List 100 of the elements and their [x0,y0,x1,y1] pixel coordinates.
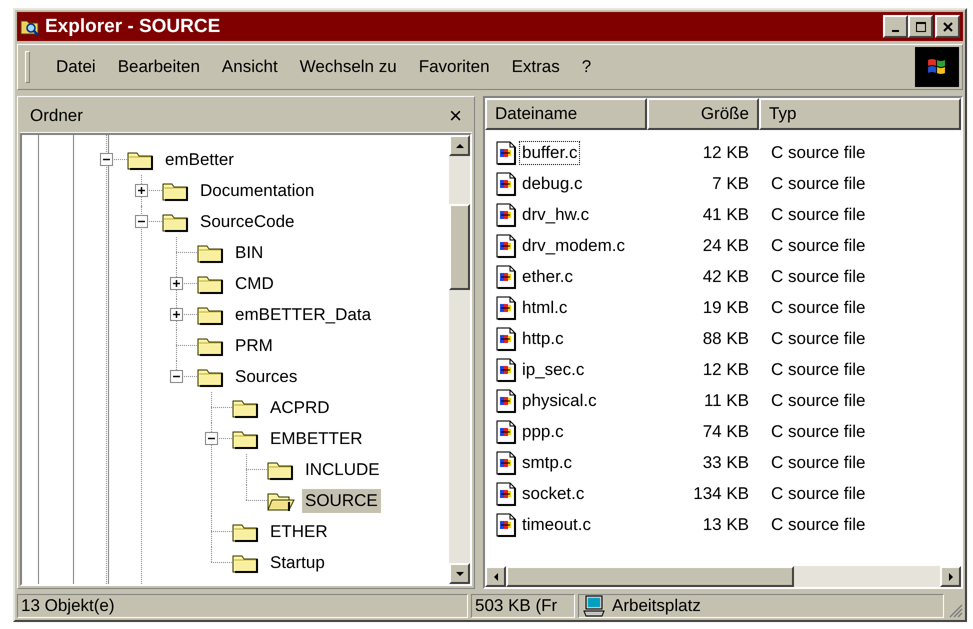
c-file-icon [495,140,517,164]
file-size: 88 KB [702,328,750,348]
folder-item[interactable]: ETHER [267,520,331,544]
close-pane-button[interactable]: × [445,104,466,126]
c-file-icon [495,172,517,196]
folder-item[interactable]: SOURCE [302,488,381,512]
folder-item[interactable]: BIN [232,240,266,264]
file-name[interactable]: socket.c [519,482,588,506]
folder-item[interactable]: INCLUDE [302,458,383,482]
location-label: Arbeitsplatz [612,596,701,616]
file-name[interactable]: smtp.c [519,450,576,474]
file-name[interactable]: http.c [519,326,567,350]
horizontal-scrollbar[interactable] [485,566,961,587]
file-name[interactable]: debug.c [519,172,586,196]
c-file-icon [495,512,517,536]
file-type: C source file [770,452,866,472]
c-file-icon [495,482,517,506]
file-type: C source file [770,142,866,162]
collapse-toggle[interactable] [205,432,218,445]
maximize-button[interactable] [908,15,933,38]
file-size: 74 KB [702,422,750,442]
collapse-toggle[interactable] [100,153,113,166]
maximize-icon [914,20,926,32]
menu-item[interactable]: Wechseln zu [292,55,405,79]
file-size: 24 KB [702,236,750,256]
file-type: C source file [770,390,866,410]
folder-item[interactable]: Sources [232,364,300,388]
file-size: 7 KB [711,174,750,194]
file-name[interactable]: drv_modem.c [519,234,628,258]
expand-toggle[interactable] [170,277,183,290]
menu-item[interactable]: ? [574,55,600,79]
c-file-icon [495,264,517,288]
vertical-scrollbar[interactable] [449,135,470,584]
folder-item[interactable]: Documentation [197,178,318,202]
file-name[interactable]: ether.c [519,264,576,288]
file-type: C source file [770,174,866,194]
window-title: Explorer - SOURCE [45,16,222,38]
menu-item[interactable]: Ansicht [214,55,286,79]
c-file-icon [495,450,517,474]
file-size: 42 KB [702,266,750,286]
file-type: C source file [770,236,866,256]
file-size: 11 KB [702,390,750,410]
c-file-icon [495,388,517,412]
file-size: 41 KB [702,204,750,224]
file-size: 134 KB [692,484,750,504]
close-icon [942,20,954,32]
file-name[interactable]: html.c [519,296,570,320]
menu-item[interactable]: Bearbeiten [110,55,208,79]
file-name[interactable]: ppp.c [519,420,567,444]
file-name[interactable]: timeout.c [519,512,594,536]
folder-item[interactable]: PRM [232,334,276,358]
scroll-thumb[interactable] [506,566,794,587]
folder-item[interactable]: CMD [232,272,277,296]
object-count: 13 Objekt(e) [21,596,115,616]
folder-item[interactable]: emBETTER_Data [232,302,374,326]
file-type: C source file [770,204,866,224]
column-header[interactable]: Größe [647,98,759,130]
scroll-thumb[interactable] [449,204,470,290]
file-type: C source file [770,328,866,348]
resize-grip[interactable] [947,602,963,618]
c-file-icon [495,358,517,382]
menu-item[interactable]: Extras [504,55,568,79]
c-file-icon [495,296,517,320]
file-type: C source file [770,514,866,534]
folder-item[interactable]: SourceCode [197,210,298,234]
column-header[interactable]: Dateiname [485,98,647,130]
file-size: 12 KB [702,360,750,380]
menu-item[interactable]: Datei [48,55,104,79]
expand-toggle[interactable] [135,184,148,197]
minimize-icon [892,30,899,32]
file-size: 33 KB [702,452,750,472]
file-type: C source file [770,266,866,286]
free-space: 503 KB (Fr [475,596,558,616]
file-name[interactable]: drv_hw.c [519,202,592,226]
c-file-icon [495,234,517,258]
file-size: 19 KB [702,298,750,318]
pane-title: Ordner [30,106,83,126]
file-type: C source file [770,360,866,380]
c-file-icon [495,202,517,226]
close-button[interactable] [935,15,960,38]
collapse-toggle[interactable] [135,215,148,228]
file-name[interactable]: ip_sec.c [519,358,588,382]
file-name[interactable]: buffer.c [519,140,580,164]
folder-item[interactable]: ACPRD [267,396,333,420]
folder-item[interactable]: Startup [267,550,328,574]
folder-item[interactable]: emBetter [162,148,237,172]
file-type: C source file [770,298,866,318]
menu-item[interactable]: Favoriten [410,55,498,79]
file-name[interactable]: physical.c [519,388,600,412]
file-size: 12 KB [702,142,750,162]
file-type: C source file [770,422,866,442]
collapse-toggle[interactable] [170,370,183,383]
file-size: 13 KB [702,514,750,534]
expand-toggle[interactable] [170,308,183,321]
folder-item[interactable]: EMBETTER [267,426,366,450]
computer-icon [582,594,606,618]
c-file-icon [495,326,517,350]
column-header[interactable]: Typ [759,98,961,130]
c-file-icon [495,420,517,444]
minimize-button[interactable] [883,15,908,38]
